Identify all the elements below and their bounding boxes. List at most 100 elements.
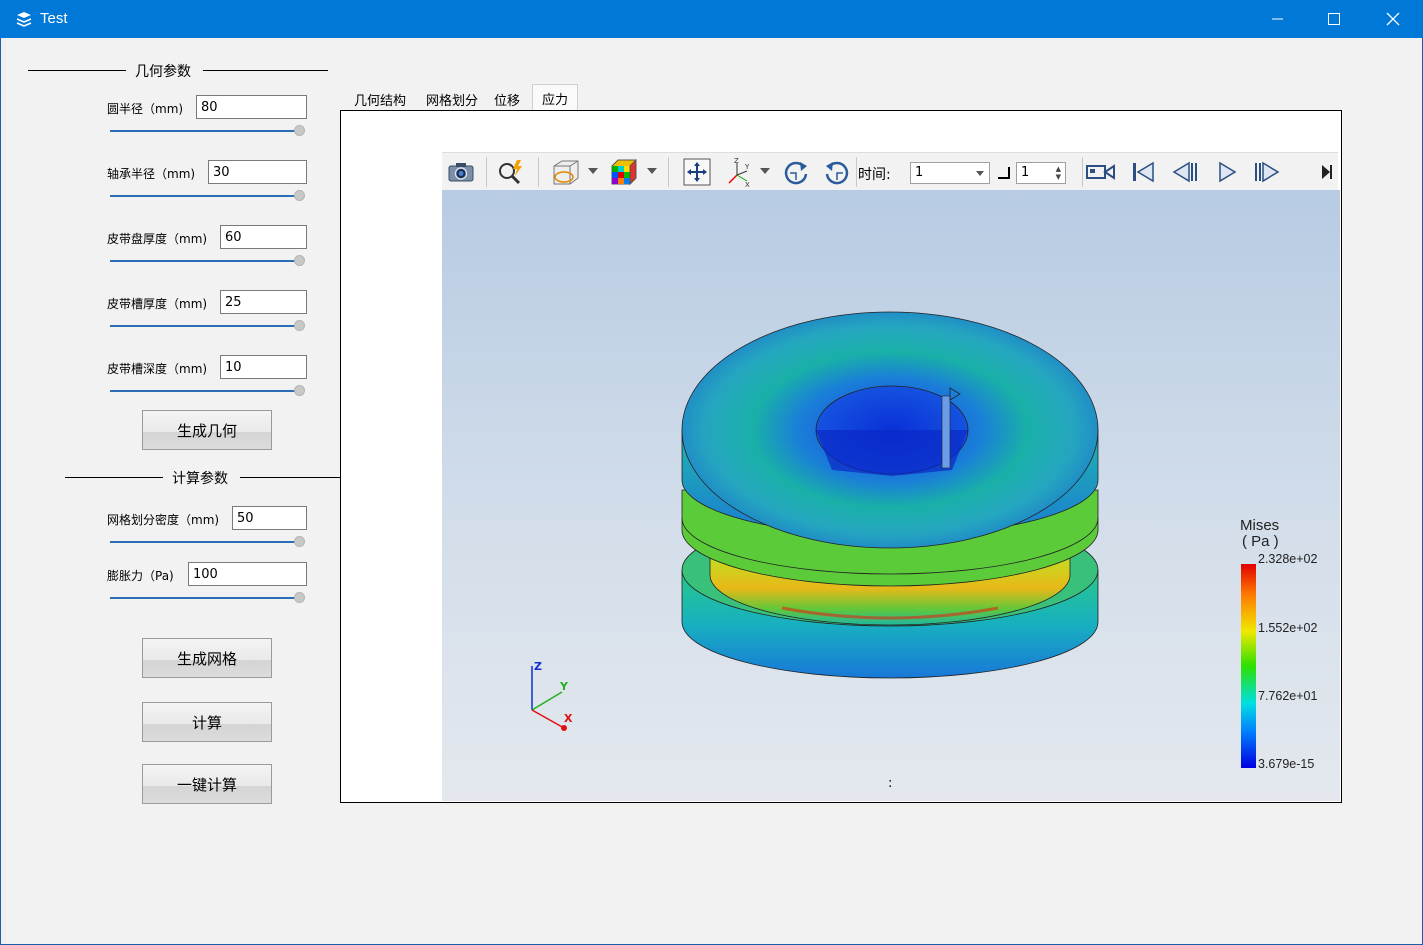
title-bar: Test xyxy=(0,0,1423,38)
legend-color-bar xyxy=(1241,564,1256,768)
chevron-down-icon xyxy=(976,171,984,176)
param-label-mesh-density: 网格划分密度（mm) xyxy=(107,513,220,527)
calc-section-title: 计算参数 xyxy=(172,471,228,487)
close-button[interactable] xyxy=(1364,0,1422,38)
pulley-thickness-input[interactable] xyxy=(220,225,307,249)
maximize-icon xyxy=(1328,13,1340,25)
bearing-radius-slider[interactable] xyxy=(110,190,306,202)
slider-handle[interactable] xyxy=(294,385,305,396)
play-icon[interactable] xyxy=(1212,157,1242,187)
stress-model: Z Y X xyxy=(531,311,1099,731)
slider-track xyxy=(110,325,300,327)
generate-mesh-button[interactable]: 生成网格 xyxy=(142,638,272,678)
legend-tick: 7.762e+01 xyxy=(1258,689,1318,703)
param-label-radius: 圆半径（mm) xyxy=(107,102,184,116)
groove-thickness-input[interactable] xyxy=(220,290,307,314)
pulley-thickness-slider[interactable] xyxy=(110,255,306,267)
viewer-toolbar: ZY X 时间: 1 1 ▲ ▼ xyxy=(442,152,1338,190)
slider-handle[interactable] xyxy=(294,320,305,331)
camera-icon[interactable] xyxy=(446,157,476,187)
legend-tick: 1.552e+02 xyxy=(1258,621,1318,635)
slider-handle[interactable] xyxy=(294,255,305,266)
minimize-button[interactable] xyxy=(1249,0,1307,38)
param-label-groove-thickness: 皮带槽厚度（mm) xyxy=(107,297,208,311)
generate-geometry-button[interactable]: 生成几何 xyxy=(142,410,272,450)
bearing-radius-input[interactable] xyxy=(208,160,307,184)
rotate-ccw-icon[interactable] xyxy=(822,157,852,187)
slider-handle[interactable] xyxy=(294,190,305,201)
compute-button[interactable]: 计算 xyxy=(142,702,272,742)
tab-mesh[interactable]: 网格划分 xyxy=(418,86,486,110)
chevron-down-icon[interactable] xyxy=(760,168,770,174)
minimize-icon xyxy=(1272,18,1283,20)
step-spinbox-value: 1 xyxy=(1021,165,1030,180)
rotate-cw-icon[interactable] xyxy=(781,157,811,187)
first-frame-icon[interactable] xyxy=(1128,157,1158,187)
expansion-force-slider[interactable] xyxy=(110,592,306,604)
toolbar-separator xyxy=(486,157,487,187)
toolbar-separator xyxy=(668,157,669,187)
legend-unit: ( Pa ) xyxy=(1242,533,1279,550)
groove-depth-slider[interactable] xyxy=(110,385,306,397)
x-axis-line xyxy=(531,709,565,729)
radius-input[interactable] xyxy=(196,95,307,119)
step-spinbox[interactable]: 1 ▲ ▼ xyxy=(1016,162,1066,184)
slider-track xyxy=(110,597,300,599)
toolbar-separator xyxy=(1082,157,1083,187)
section-divider xyxy=(65,477,163,478)
pan-icon[interactable] xyxy=(682,157,712,187)
chevron-down-icon[interactable] xyxy=(588,168,598,174)
axis-label-x: X xyxy=(564,712,573,725)
step-icon xyxy=(998,167,1010,179)
param-label-bearing-radius: 轴承半径（mm) xyxy=(107,167,196,181)
slider-handle[interactable] xyxy=(294,536,305,547)
record-icon[interactable] xyxy=(1086,157,1116,187)
chevron-down-icon[interactable] xyxy=(647,168,657,174)
param-label-groove-depth: 皮带槽深度（mm) xyxy=(107,362,208,376)
tab-geometry[interactable]: 几何结构 xyxy=(346,86,414,110)
slider-track xyxy=(110,260,300,262)
color-cube-icon[interactable] xyxy=(609,157,639,187)
display-mode-icon[interactable] xyxy=(550,157,580,187)
toolbar-separator xyxy=(538,157,539,187)
axis-label-z: Z xyxy=(534,660,542,673)
spin-arrows-icon[interactable]: ▲ ▼ xyxy=(1056,165,1061,181)
toolbar-separator xyxy=(856,157,857,187)
slider-track xyxy=(110,130,300,132)
slider-track xyxy=(110,541,300,543)
svg-text:X: X xyxy=(745,181,750,187)
section-divider xyxy=(28,70,126,71)
maximize-button[interactable] xyxy=(1305,0,1363,38)
axes-icon[interactable]: ZY X xyxy=(724,157,754,187)
render-viewport[interactable]: Z Y X Mises ( Pa ) 2.328e+02 1.552e+02 7… xyxy=(442,190,1340,801)
time-label: 时间: xyxy=(858,167,891,183)
svg-text:Z: Z xyxy=(734,157,739,165)
y-axis-line xyxy=(531,691,563,711)
one-click-compute-button[interactable]: 一键计算 xyxy=(142,764,272,804)
slider-handle[interactable] xyxy=(294,592,305,603)
slider-track xyxy=(110,195,300,197)
radius-slider[interactable] xyxy=(110,125,306,137)
svg-text:Y: Y xyxy=(744,163,750,171)
probe-icon[interactable] xyxy=(496,157,526,187)
slider-track xyxy=(110,390,300,392)
time-select[interactable]: 1 xyxy=(910,162,990,184)
legend-tick-max: 2.328e+02 xyxy=(1258,552,1318,566)
section-divider xyxy=(203,70,328,71)
expansion-force-input[interactable] xyxy=(188,562,307,586)
next-frame-icon[interactable] xyxy=(1252,157,1282,187)
mesh-density-slider[interactable] xyxy=(110,536,306,548)
app-layers-icon xyxy=(16,11,32,27)
param-label-expansion-force: 膨胀力（Pa) xyxy=(107,569,174,583)
window-title: Test xyxy=(40,10,68,27)
groove-thickness-slider[interactable] xyxy=(110,320,306,332)
last-frame-icon[interactable] xyxy=(1318,157,1336,187)
close-icon xyxy=(1386,12,1400,26)
prev-frame-icon[interactable] xyxy=(1170,157,1200,187)
mesh-density-input[interactable] xyxy=(232,506,307,530)
param-label-pulley-thickness: 皮带盘厚度（mm) xyxy=(107,232,208,246)
slider-handle[interactable] xyxy=(294,125,305,136)
tab-stress[interactable]: 应力 xyxy=(532,84,578,110)
tab-displacement[interactable]: 位移 xyxy=(490,86,524,110)
groove-depth-input[interactable] xyxy=(220,355,307,379)
